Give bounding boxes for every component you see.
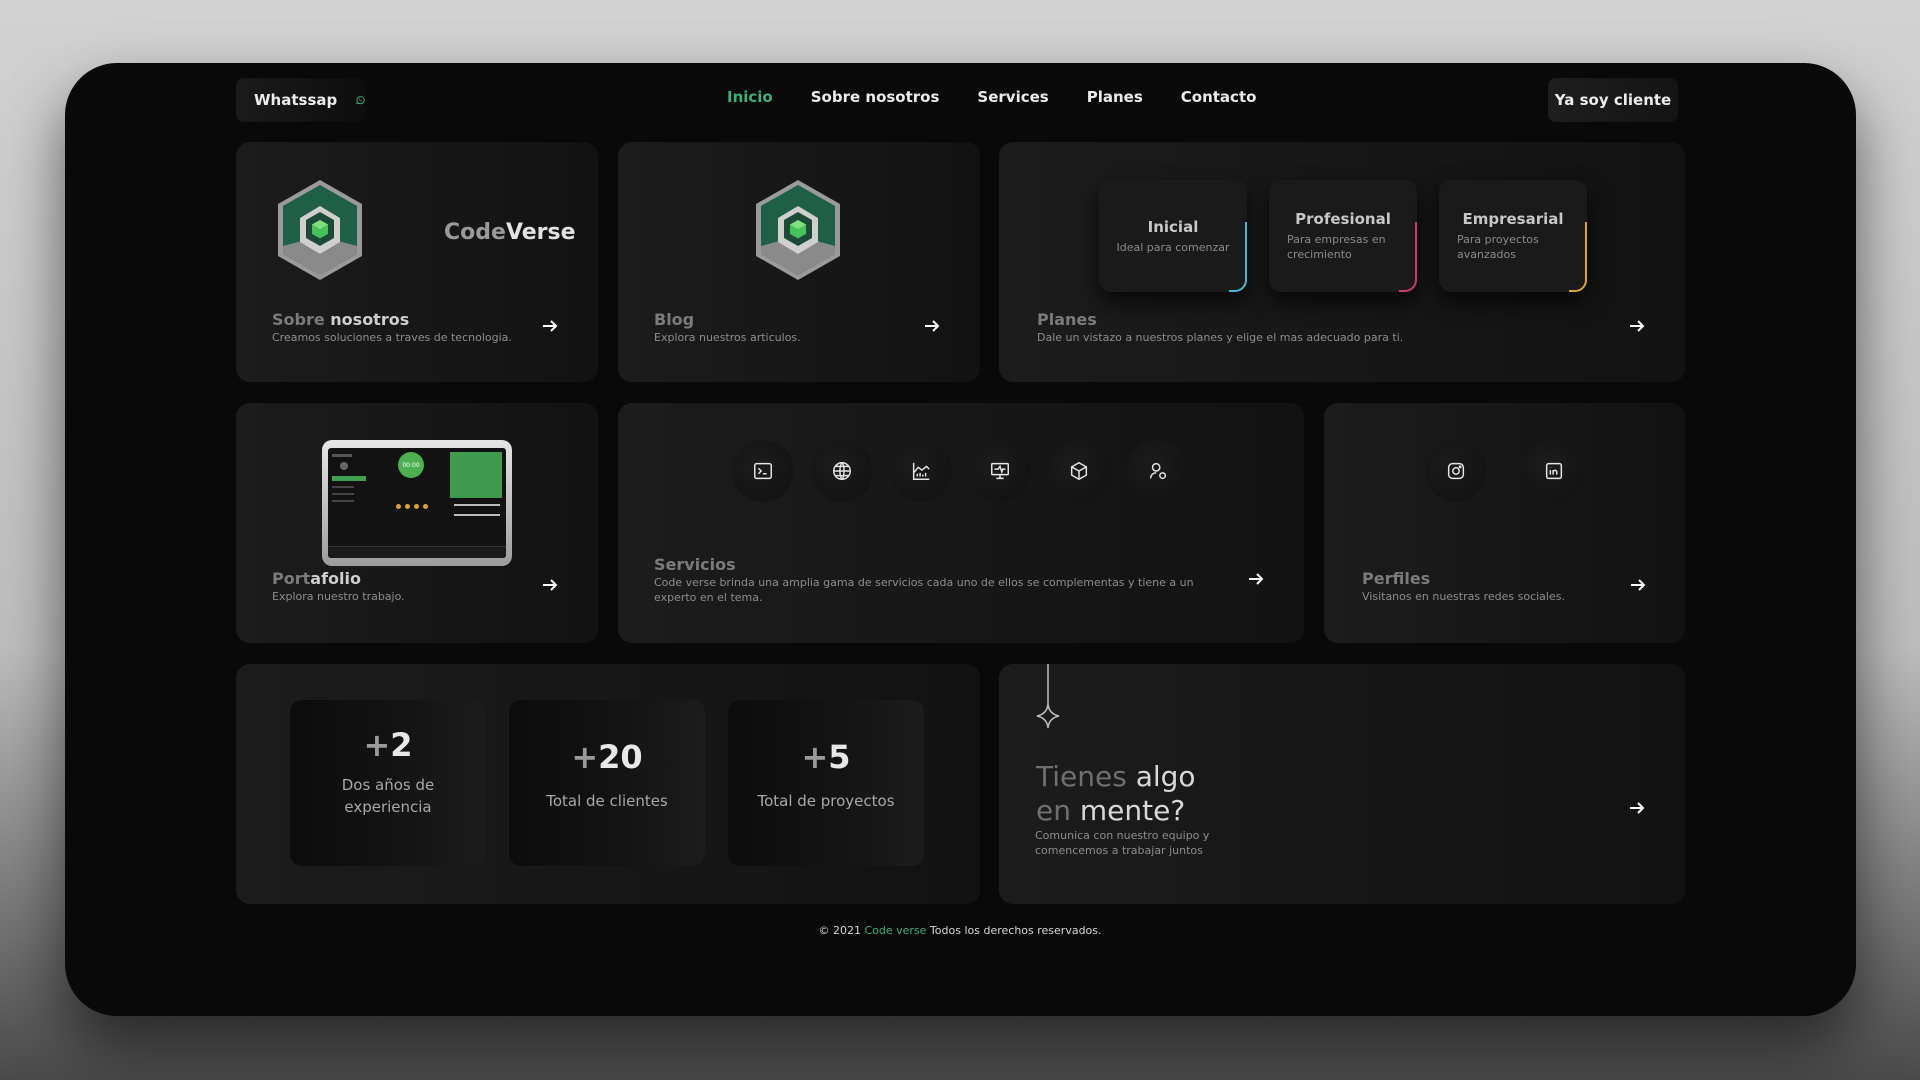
arrow-right-icon[interactable] [1627,798,1647,818]
services-title: Servicios [654,555,736,574]
plan-accent [1229,222,1247,292]
cta-desc: Comunica con nuestro equipo y comencemos… [1035,829,1210,857]
instagram-icon[interactable] [1425,440,1487,502]
plan-accent [1569,222,1587,292]
plans-title: Planes [1037,310,1097,329]
codeverse-logo-icon [278,180,362,280]
nav-link-contacto[interactable]: Contacto [1181,88,1257,106]
plan-empresarial[interactable]: Empresarial Para proyectos avanzados [1439,180,1587,292]
services-desc: Code verse brinda una amplia gama de ser… [654,576,1194,604]
whatsapp-button[interactable]: Whatssap [236,78,366,122]
blog-title: Blog [654,310,695,329]
social-icons [1425,440,1585,502]
linkedin-icon[interactable] [1523,440,1585,502]
sparkle-pendant-icon [1036,664,1060,729]
arrow-right-icon[interactable] [1628,575,1648,595]
arrow-right-icon[interactable] [1627,316,1647,336]
whatsapp-icon [356,96,365,105]
portfolio-desc: Explora nuestro trabajo. [272,590,405,603]
arrow-right-icon[interactable] [1246,569,1266,589]
footer: © 2021 Code verse Todos los derechos res… [818,924,1102,937]
preview-sidebar [332,454,366,524]
footer-brand-link[interactable]: Code verse [864,924,926,937]
arrow-right-icon[interactable] [540,316,560,336]
nav-link-inicio[interactable]: Inicio [727,88,773,106]
about-card[interactable]: CodeVerse Sobre nosotros Creamos solucio… [236,142,598,382]
codeverse-logo-icon [756,180,840,280]
stat-projects: +5 Total de proyectos [728,700,924,866]
nav-link-services[interactable]: Services [977,88,1048,106]
profiles-card[interactable]: Perfiles Visitanos en nuestras redes soc… [1324,403,1685,643]
user-settings-icon[interactable] [1127,440,1189,502]
preview-dots [396,504,428,509]
plan-accent [1399,222,1417,292]
main-nav: Inicio Sobre nosotros Services Planes Co… [727,88,1256,106]
terminal-icon[interactable] [732,440,794,502]
preview-panel [450,452,502,498]
services-icons [732,440,1189,502]
stat-clients: +20 Total de clientes [509,700,705,866]
plans-card[interactable]: Inicial Ideal para comenzar Profesional … [999,142,1685,382]
brand-name: CodeVerse [444,220,576,245]
about-title: Sobre nosotros [272,310,410,329]
monitor-icon[interactable] [969,440,1031,502]
cube-icon[interactable] [1048,440,1110,502]
cta-title: Tienes algo en mente? [1036,760,1196,827]
stat-experience: +2 Dos años de experiencia [290,700,486,866]
preview-clock: 00:00 [398,452,424,478]
portfolio-title: Portafolio [272,569,361,588]
profiles-desc: Visitanos en nuestras redes sociales. [1362,590,1565,603]
plan-inicial[interactable]: Inicial Ideal para comenzar [1099,180,1247,292]
whatsapp-label: Whatssap [254,91,338,109]
blog-desc: Explora nuestros articulos. [654,331,801,344]
plan-profesional[interactable]: Profesional Para empresas en crecimiento [1269,180,1417,292]
plans-desc: Dale un vistazo a nuestros planes y elig… [1037,331,1404,344]
blog-card[interactable]: Blog Explora nuestros articulos. [618,142,980,382]
globe-icon[interactable] [811,440,873,502]
nav-link-planes[interactable]: Planes [1087,88,1143,106]
nav-link-sobre-nosotros[interactable]: Sobre nosotros [811,88,940,106]
arrow-right-icon[interactable] [922,316,942,336]
profiles-title: Perfiles [1362,569,1431,588]
arrow-right-icon[interactable] [540,575,560,595]
portfolio-preview-image: 00:00 [322,440,512,566]
services-card[interactable]: Servicios Code verse brinda una amplia g… [618,403,1304,643]
client-login-button[interactable]: Ya soy cliente [1548,78,1678,122]
about-desc: Creamos soluciones a traves de tecnologi… [272,331,512,344]
chart-icon[interactable] [890,440,952,502]
